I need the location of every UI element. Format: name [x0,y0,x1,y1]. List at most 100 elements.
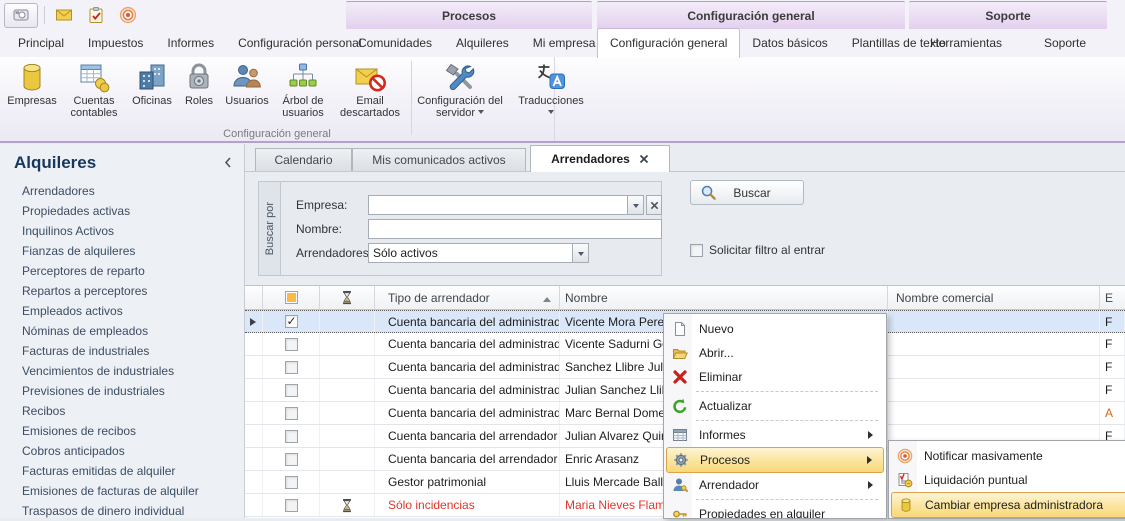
broadcast-icon[interactable] [115,4,141,26]
sidebar-item-previsiones-de-industriales[interactable]: Previsiones de industriales [0,381,244,401]
checkbox-icon[interactable] [285,407,298,420]
grid-header-nombre[interactable]: Nombre [560,286,888,309]
tab-configuracion-general[interactable]: Configuración general [597,28,740,58]
cell-hour [320,333,375,355]
menu-item-label: Actualizar [699,399,752,413]
chevron-down-icon[interactable] [627,196,643,214]
checkbox-icon[interactable] [285,315,298,328]
cell-extra: A [1100,402,1125,424]
tasks-icon[interactable] [83,4,109,26]
sidebar-item-repartos-a-perceptores[interactable]: Repartos a perceptores [0,281,244,301]
checkbox-icon[interactable] [690,244,703,257]
button-label: Oficinas [132,95,172,107]
cell-tipo: Cuenta bancaria del administrador [375,356,560,378]
button-label: Configuración del servidor [417,95,503,119]
grid-header-select-all[interactable] [263,286,320,309]
checkbox-icon[interactable] [285,453,298,466]
configuracion-del-servidor-button[interactable]: Configuración del servidor [415,59,505,121]
cell-ind [245,356,263,378]
close-icon[interactable] [639,154,649,164]
chevron-left-icon[interactable] [224,157,232,168]
context-menu-item-eliminar[interactable]: Eliminar [666,365,884,389]
context-menu-item-actualizar[interactable]: Actualizar [666,394,884,418]
chevron-down-icon[interactable] [572,244,588,262]
cell-ind [245,494,263,516]
usuarios-button[interactable]: Usuarios [220,59,274,109]
checkbox-icon[interactable] [285,384,298,397]
context-menu-item-nuevo[interactable]: Nuevo [666,317,884,341]
arrendadores-combobox[interactable]: Sólo activos [368,243,589,263]
cell-hour [320,402,375,424]
sidebar-item-inquilinos-activos[interactable]: Inquilinos Activos [0,221,244,241]
sidebar-item-recibos[interactable]: Recibos [0,401,244,421]
tab-principal[interactable]: Principal [6,28,76,57]
checkbox-icon[interactable] [285,361,298,374]
submenu-item-notificar-masivamente[interactable]: Notificar masivamente [891,444,1125,468]
grid-header-hourglass[interactable] [320,286,375,309]
sidebar-item-propiedades-activas[interactable]: Propiedades activas [0,201,244,221]
sidebar-item-traspasos-de-dinero-individual[interactable]: Traspasos de dinero individual [0,501,244,521]
tab-arrendadores[interactable]: Arrendadores [530,145,670,172]
ribbon-header: Procesos Configuración general Soporte P… [0,0,1125,143]
checkbox-icon[interactable] [285,430,298,443]
sidebar-item-perceptores-de-reparto[interactable]: Perceptores de reparto [0,261,244,281]
submenu-item-liquidacion-puntual[interactable]: Liquidación puntual [891,468,1125,492]
empresa-combobox[interactable] [368,195,644,215]
traducciones-button[interactable]: Traducciones [505,59,597,119]
tab-group-configuracion: Configuración general Datos básicos Plan… [597,28,905,57]
filter-panel-label: Buscar por [264,202,276,255]
sidebar-item-emisiones-de-recibos[interactable]: Emisiones de recibos [0,421,244,441]
tab-datos-basicos[interactable]: Datos básicos [740,28,839,57]
sidebar-item-list: ArrendadoresPropiedades activasInquilino… [0,181,244,521]
tab-mi-empresa[interactable]: Mi empresa [521,28,608,57]
nombre-input[interactable] [369,220,661,238]
roles-button[interactable]: Roles [178,59,220,109]
tab-impuestos[interactable]: Impuestos [76,28,155,57]
sidebar-item-arrendadores[interactable]: Arrendadores [0,181,244,201]
cuentas-contables-button[interactable]: Cuentas contables [62,59,126,121]
tab-comunidades[interactable]: Comunidades [346,28,444,57]
buscar-button[interactable]: Buscar [690,180,804,205]
oficinas-button[interactable]: Oficinas [126,59,178,109]
tab-calendario[interactable]: Calendario [255,148,352,171]
grid-header-tipo[interactable]: Tipo de arrendador [375,286,560,309]
tab-mis-comunicados-activos[interactable]: Mis comunicados activos [352,148,526,171]
button-label: Usuarios [225,95,268,107]
grid-header-row: Tipo de arrendador Nombre Nombre comerci… [245,286,1125,310]
sidebar-item-cobros-anticipados[interactable]: Cobros anticipados [0,441,244,461]
cell-tipo: Sólo incidencias [375,494,560,516]
context-menu-item-informes[interactable]: Informes [666,423,884,447]
checkbox-icon[interactable] [285,291,298,304]
context-menu-item-abrir[interactable]: Abrir... [666,341,884,365]
sidebar-item-emisiones-de-facturas-de-alquiler[interactable]: Emisiones de facturas de alquiler [0,481,244,501]
checkbox-icon[interactable] [285,338,298,351]
offices-icon [136,61,168,93]
sidebar-item-vencimientos-de-industriales[interactable]: Vencimientos de industriales [0,361,244,381]
arbol-de-usuarios-button[interactable]: Árbol de usuarios [274,59,332,121]
tab-informes[interactable]: Informes [155,28,226,57]
checkbox-icon[interactable] [285,499,298,512]
filter-panel-side-tab[interactable]: Buscar por [259,182,281,275]
context-menu-item-procesos[interactable]: Procesos [666,447,884,473]
empresas-button[interactable]: Empresas [2,59,62,109]
submenu-item-cambiar-empresa-administradora[interactable]: Cambiar empresa administradora [891,492,1125,518]
sidebar-item-facturas-de-industriales[interactable]: Facturas de industriales [0,341,244,361]
sidebar-item-empleados-activos[interactable]: Empleados activos [0,301,244,321]
cell-nombre-comercial [888,311,1100,332]
empresa-clear-button[interactable] [646,195,662,215]
solicitar-filtro-checkbox[interactable]: Solicitar filtro al entrar [690,243,825,257]
context-menu-item-arrendador[interactable]: Arrendador [666,473,884,497]
grid-header-extra[interactable]: E [1100,286,1125,309]
application-menu-button[interactable] [4,3,38,28]
mail-icon[interactable] [51,4,77,26]
email-descartados-button[interactable]: Email descartados [332,59,408,121]
sidebar-item-facturas-emitidas-de-alquiler[interactable]: Facturas emitidas de alquiler [0,461,244,481]
sidebar-item-nominas-de-empleados[interactable]: Nóminas de empleados [0,321,244,341]
tab-herramientas[interactable]: Herramientas [918,28,1014,57]
grid-header-nombre-comercial[interactable]: Nombre comercial [888,286,1100,309]
sidebar-item-fianzas-de-alquileres[interactable]: Fianzas de alquileres [0,241,244,261]
tab-soporte[interactable]: Soporte [1032,28,1098,57]
tab-alquileres[interactable]: Alquileres [444,28,521,57]
checkbox-icon[interactable] [285,476,298,489]
context-menu-item-propiedades-en-alquiler[interactable]: Propiedades en alquiler [666,502,884,519]
